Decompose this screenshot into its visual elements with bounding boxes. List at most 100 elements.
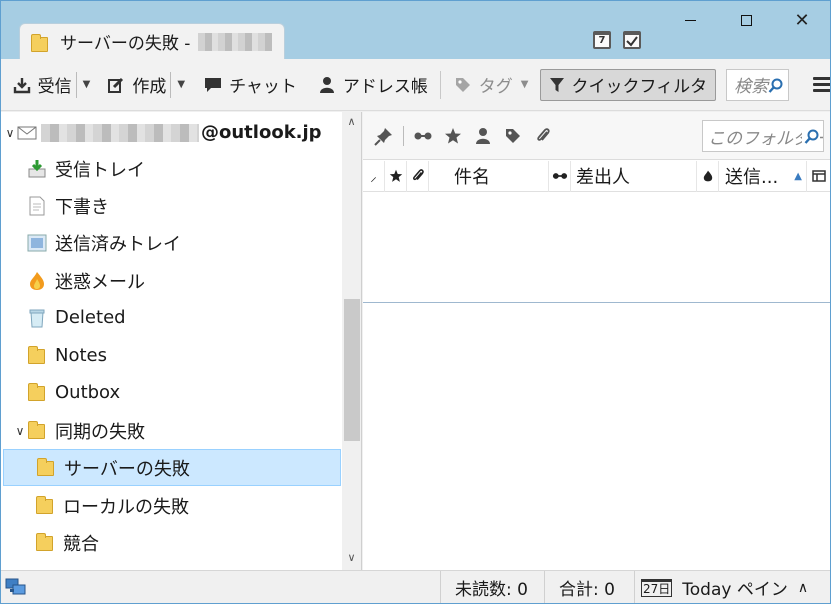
status-bar: 未読数: 0 合計: 0 27日 Today ペイン ∧ (1, 570, 830, 603)
attachment-icon (412, 169, 424, 181)
get-messages-dropdown[interactable]: ▼ (75, 71, 97, 98)
online-status-icon[interactable] (5, 577, 27, 602)
chat-button[interactable]: チャット (199, 67, 301, 103)
pin-icon[interactable] (373, 125, 395, 147)
folder-notes[interactable]: Notes (1, 337, 342, 374)
global-search-input[interactable]: 検索 (726, 68, 790, 101)
tag-icon[interactable] (502, 125, 524, 147)
folder-sent[interactable]: 送信済みトレイ (1, 224, 342, 261)
folder-icon (35, 532, 55, 553)
folder-icon (27, 420, 47, 441)
write-button[interactable]: 作成 (102, 67, 170, 103)
folder-pane: ∨ @outlook.jp 受信トレイ 下書き 送信済みトレイ 迷惑メール De… (1, 112, 362, 570)
folder-deleted[interactable]: Deleted (1, 299, 342, 336)
thread-pane: このフォルダー ⸝ 件名 差出人 送信... ▲ (363, 112, 830, 570)
folder-sync-failures[interactable]: ∨ 同期の失敗 (1, 412, 342, 449)
column-thread[interactable]: ⸝ (363, 160, 385, 192)
address-book-button[interactable]: アドレス帳 (313, 67, 432, 103)
account-row[interactable]: ∨ @outlook.jp (1, 114, 342, 151)
column-picker[interactable] (807, 161, 830, 192)
column-picker-icon (811, 170, 826, 182)
folder-label: Deleted (55, 307, 126, 328)
folder-tab[interactable]: サーバーの失敗 - (19, 23, 285, 59)
maximize-button[interactable] (717, 1, 775, 39)
folder-search-input[interactable]: このフォルダー (702, 120, 824, 152)
write-dropdown[interactable]: ▼ (170, 71, 191, 98)
column-sender[interactable]: 差出人 (571, 160, 697, 192)
subject-header-label: 件名 (454, 167, 490, 188)
calendar-icon: 27日 (641, 578, 673, 597)
column-attachment[interactable] (407, 160, 429, 192)
folder-tree: ∨ @outlook.jp 受信トレイ 下書き 送信済みトレイ 迷惑メール De… (1, 112, 342, 570)
scrollbar-thumb[interactable] (344, 299, 360, 441)
quick-filter-label: クイックフィルタ (571, 77, 708, 97)
tag-icon (453, 75, 473, 95)
column-junk-status[interactable] (697, 160, 719, 192)
star-icon[interactable] (442, 125, 464, 147)
maximize-icon (740, 14, 752, 26)
tag-button[interactable]: タグ ▼ (449, 67, 533, 103)
folder-label: 送信済みトレイ (55, 233, 181, 255)
write-label: 作成 (132, 77, 167, 97)
title-bar: サーバーの失敗 - 7 ✕ (1, 1, 830, 59)
contact-icon[interactable] (472, 125, 494, 147)
column-read-status[interactable] (549, 160, 571, 192)
download-icon (12, 75, 32, 95)
thread-icon: ⸝ (370, 170, 377, 185)
main-toolbar: 受信 ▼ 作成 ▼ チャット アドレス帳 タグ ▼ クイックフィルタ 検索 (1, 59, 830, 111)
junk-status-icon (703, 170, 712, 182)
quick-filter-button[interactable]: クイックフィルタ (540, 68, 717, 101)
search-icon (802, 129, 820, 145)
scroll-down-icon[interactable]: ∨ (342, 548, 361, 568)
message-preview-pane (363, 303, 830, 570)
folder-icon (36, 457, 56, 478)
tasks-icon[interactable] (623, 31, 641, 49)
quick-filter-bar: このフォルダー (363, 112, 830, 160)
date-header-label: 送信... (725, 167, 779, 188)
get-messages-label: 受信 (37, 77, 72, 97)
calendar-icon[interactable]: 7 (593, 31, 611, 49)
folder-icon (35, 495, 55, 516)
folder-inbox[interactable]: 受信トレイ (1, 150, 342, 187)
chevron-down-icon[interactable]: ∨ (3, 126, 17, 140)
drafts-icon (27, 196, 47, 216)
folder-label: 下書き (55, 196, 109, 218)
folder-outbox[interactable]: Outbox (1, 374, 342, 411)
get-messages-button[interactable]: 受信 (8, 67, 76, 103)
folder-icon (30, 34, 48, 52)
folder-scrollbar[interactable]: ∧ ∨ (342, 112, 361, 570)
sender-header-label: 差出人 (576, 167, 630, 188)
folder-local-failures[interactable]: ローカルの失敗 (1, 487, 342, 524)
chevron-down-icon: ▼ (520, 79, 529, 90)
column-date[interactable]: 送信... ▲ (719, 160, 807, 192)
today-pane-label: Today ペイン (682, 580, 788, 600)
column-header-row: ⸝ 件名 差出人 送信... ▲ (363, 160, 830, 192)
folder-icon (27, 382, 47, 403)
close-icon: ✕ (794, 9, 810, 31)
folder-junk[interactable]: 迷惑メール (1, 262, 342, 299)
sent-icon (27, 233, 47, 253)
message-list[interactable] (363, 193, 830, 302)
close-button[interactable]: ✕ (773, 1, 830, 39)
column-subject[interactable]: 件名 (429, 160, 549, 192)
minimize-button[interactable] (661, 1, 719, 39)
scroll-up-icon[interactable]: ∧ (342, 112, 361, 132)
search-placeholder: 検索 (734, 77, 769, 97)
checkmark-icon (626, 36, 638, 47)
today-pane-toggle[interactable]: 27日 Today ペイン ∧ (634, 571, 830, 603)
folder-label: 同期の失敗 (55, 421, 145, 443)
app-menu-icon[interactable] (813, 76, 830, 93)
star-icon (389, 169, 402, 182)
attachment-icon[interactable] (532, 125, 554, 147)
chevron-up-icon: ∧ (797, 579, 809, 596)
column-starred[interactable] (385, 160, 407, 192)
folder-drafts[interactable]: 下書き (1, 187, 342, 224)
folder-conflicts[interactable]: 競合 (1, 524, 342, 561)
filter-icon (549, 75, 565, 95)
folder-server-failures[interactable]: サーバーの失敗 (3, 449, 341, 486)
chat-label: チャット (229, 77, 297, 97)
folder-label: ローカルの失敗 (63, 496, 189, 518)
chevron-down-icon[interactable]: ∨ (13, 424, 27, 438)
unread-glasses-icon (552, 173, 567, 179)
unread-glasses-icon[interactable] (412, 125, 434, 147)
